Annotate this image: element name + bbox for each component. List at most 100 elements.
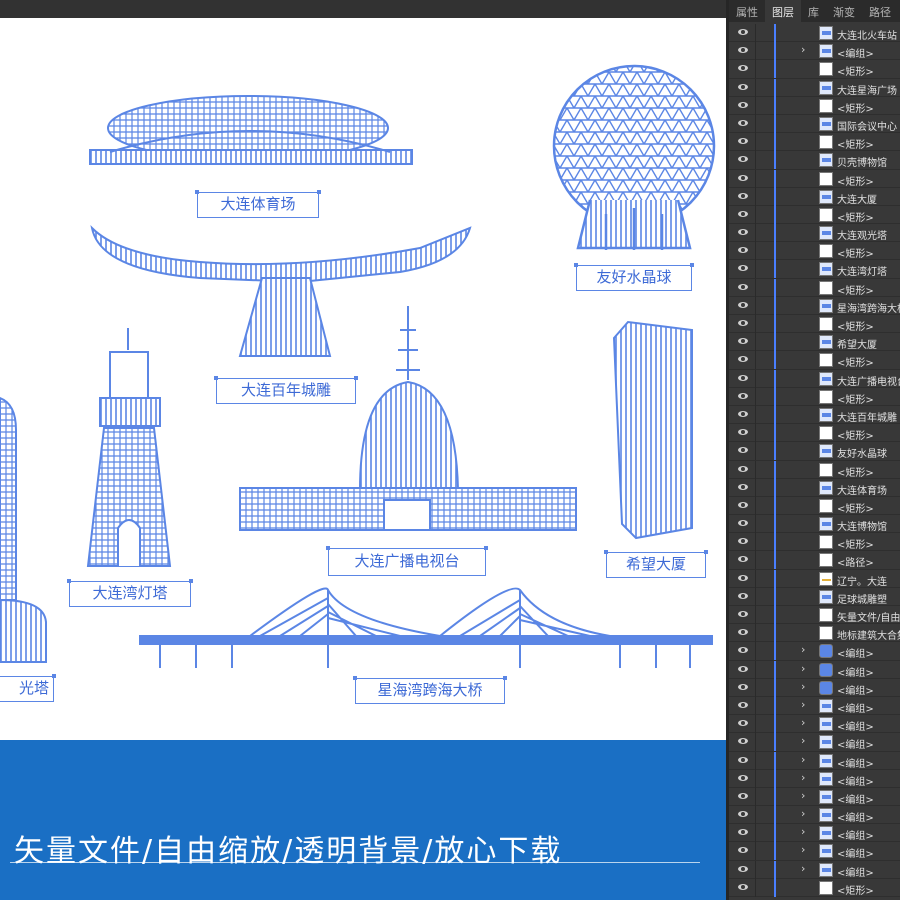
layer-row[interactable]: 大连百年城雕 — [729, 405, 900, 425]
layer-row[interactable]: › <编组> — [729, 751, 900, 770]
panel-tab[interactable]: 渐变 — [826, 0, 862, 22]
panel-tab[interactable]: 属性 — [729, 0, 765, 22]
visibility-eye-icon[interactable] — [738, 629, 748, 636]
layer-row[interactable]: › <编组> — [729, 642, 900, 661]
visibility-eye-icon[interactable] — [738, 756, 748, 763]
layer-row[interactable]: 国际会议中心 — [729, 114, 900, 134]
layer-row[interactable]: 辽宁。大连 — [729, 569, 900, 588]
layer-row[interactable]: › <编组> — [729, 660, 900, 679]
visibility-eye-icon[interactable] — [738, 156, 748, 163]
layer-row[interactable]: 星海湾跨海大桥 — [729, 296, 900, 315]
visibility-eye-icon[interactable] — [738, 520, 748, 527]
layer-row[interactable]: 友好水晶球 — [729, 442, 900, 461]
layer-row[interactable]: › <编组> — [729, 860, 900, 879]
layer-row[interactable]: <矩形> — [729, 533, 900, 552]
visibility-eye-icon[interactable] — [738, 720, 748, 727]
visibility-eye-icon[interactable] — [738, 483, 748, 490]
expand-chevron-icon[interactable]: › — [801, 698, 805, 711]
expand-chevron-icon[interactable]: › — [801, 680, 805, 693]
visibility-eye-icon[interactable] — [738, 374, 748, 381]
layer-row[interactable]: › <编组> — [729, 715, 900, 734]
layer-row[interactable]: <矩形> — [729, 205, 900, 225]
layer-row[interactable]: 足球城雕塑 — [729, 587, 900, 606]
layer-row[interactable]: <路径> — [729, 551, 900, 570]
layer-row[interactable]: › <编组> — [729, 733, 900, 752]
visibility-eye-icon[interactable] — [738, 611, 748, 617]
visibility-eye-icon[interactable] — [738, 410, 748, 417]
visibility-eye-icon[interactable] — [738, 138, 748, 145]
visibility-eye-icon[interactable] — [738, 665, 748, 672]
layer-row[interactable]: <矩形> — [729, 315, 900, 334]
layer-row[interactable]: <矩形> — [729, 424, 900, 443]
visibility-eye-icon[interactable] — [738, 592, 748, 599]
visibility-eye-icon[interactable] — [738, 29, 748, 35]
panel-tab[interactable]: 图层 — [765, 0, 801, 22]
visibility-eye-icon[interactable] — [738, 738, 748, 745]
visibility-eye-icon[interactable] — [738, 829, 748, 836]
layer-row[interactable]: › <编组> — [729, 824, 900, 843]
layer-row[interactable]: › <编组> — [729, 42, 900, 61]
visibility-eye-icon[interactable] — [738, 501, 748, 508]
layer-row[interactable]: › <编组> — [729, 769, 900, 788]
layer-row[interactable]: <矩形> — [729, 169, 900, 188]
visibility-eye-icon[interactable] — [738, 865, 748, 872]
expand-chevron-icon[interactable]: › — [801, 807, 805, 820]
layer-row[interactable]: 大连星海广场 — [729, 78, 900, 97]
layer-row[interactable]: <矩形> — [729, 242, 900, 261]
visibility-eye-icon[interactable] — [738, 792, 748, 799]
layer-row[interactable]: 大连广播电视台 — [729, 369, 900, 388]
expand-chevron-icon[interactable]: › — [801, 734, 805, 747]
layer-row[interactable]: <矩形> — [729, 96, 900, 115]
layer-row[interactable]: 大连北火车站 — [729, 24, 900, 43]
visibility-eye-icon[interactable] — [738, 392, 748, 399]
visibility-eye-icon[interactable] — [738, 265, 748, 272]
visibility-eye-icon[interactable] — [738, 101, 748, 108]
visibility-eye-icon[interactable] — [738, 356, 748, 363]
visibility-eye-icon[interactable] — [738, 229, 748, 236]
layer-row[interactable]: <矩形> — [729, 878, 900, 897]
layer-row[interactable]: › <编组> — [729, 678, 900, 697]
layer-row[interactable]: 希望大厦 — [729, 333, 900, 352]
visibility-eye-icon[interactable] — [738, 574, 748, 581]
visibility-eye-icon[interactable] — [738, 320, 748, 326]
expand-chevron-icon[interactable]: › — [801, 662, 805, 675]
layer-row[interactable]: › <编组> — [729, 787, 900, 807]
layer-row[interactable]: <矩形> — [729, 133, 900, 152]
visibility-eye-icon[interactable] — [738, 83, 748, 90]
visibility-eye-icon[interactable] — [738, 538, 748, 545]
layer-row[interactable]: <矩形> — [729, 387, 900, 406]
visibility-eye-icon[interactable] — [738, 429, 748, 436]
layer-row[interactable]: 地标建筑大合集 — [729, 624, 900, 643]
expand-chevron-icon[interactable]: › — [801, 753, 805, 766]
visibility-eye-icon[interactable] — [738, 174, 748, 181]
visibility-eye-icon[interactable] — [738, 283, 748, 290]
layer-row[interactable]: <矩形> — [729, 460, 900, 479]
layer-row[interactable]: 大连体育场 — [729, 478, 900, 497]
expand-chevron-icon[interactable]: › — [801, 771, 805, 784]
layer-row[interactable]: <矩形> — [729, 278, 900, 297]
artboard-canvas[interactable]: 大连体育场 友好水晶球 大连百年城雕 大连湾灯塔 大连广播电视台 希望大厦 光塔… — [0, 0, 726, 740]
visibility-eye-icon[interactable] — [738, 447, 748, 454]
layer-row[interactable]: › <编组> — [729, 842, 900, 861]
layer-row[interactable]: 大连湾灯塔 — [729, 260, 900, 279]
expand-chevron-icon[interactable]: › — [801, 43, 805, 56]
expand-chevron-icon[interactable]: › — [801, 825, 805, 838]
visibility-eye-icon[interactable] — [738, 301, 748, 308]
visibility-eye-icon[interactable] — [738, 701, 748, 708]
layer-row[interactable]: 矢量文件/自由缩放 — [729, 606, 900, 625]
visibility-eye-icon[interactable] — [738, 556, 748, 563]
visibility-eye-icon[interactable] — [738, 192, 748, 199]
expand-chevron-icon[interactable]: › — [801, 643, 805, 656]
visibility-eye-icon[interactable] — [738, 811, 748, 818]
layer-row[interactable]: 大连博物馆 — [729, 515, 900, 534]
visibility-eye-icon[interactable] — [738, 774, 748, 781]
visibility-eye-icon[interactable] — [738, 647, 748, 654]
visibility-eye-icon[interactable] — [738, 47, 748, 54]
expand-chevron-icon[interactable]: › — [801, 716, 805, 729]
layer-row[interactable]: › <编组> — [729, 806, 900, 825]
visibility-eye-icon[interactable] — [738, 119, 748, 126]
visibility-eye-icon[interactable] — [738, 883, 748, 890]
layer-row[interactable]: <矩形> — [729, 351, 900, 370]
panel-tab[interactable]: 库 — [801, 0, 826, 22]
layer-row[interactable]: 大连大厦 — [729, 187, 900, 206]
